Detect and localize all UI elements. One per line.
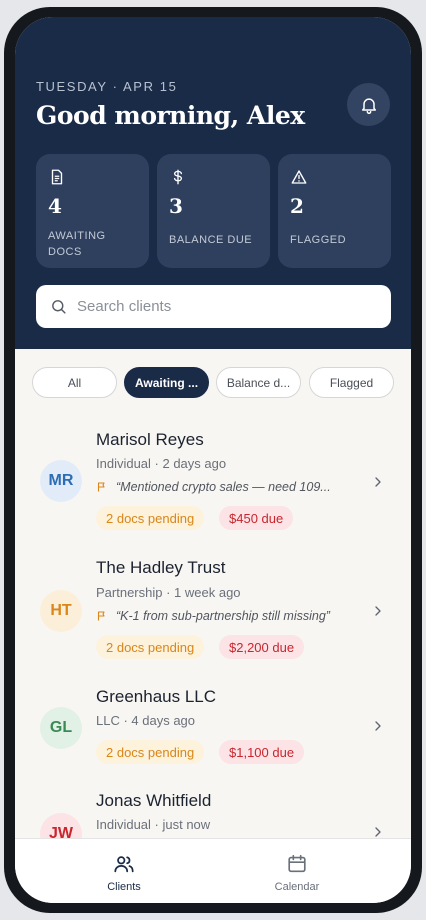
document-icon xyxy=(51,169,63,185)
search-input[interactable]: Search clients xyxy=(36,285,391,328)
calendar-icon xyxy=(288,854,306,873)
due-badge: $2,200 due xyxy=(219,635,305,659)
client-row[interactable]: JW Jonas Whitfield Individual · just now xyxy=(15,784,411,855)
filter-chip-balance[interactable]: Balance d... xyxy=(216,367,301,398)
stat-card-awaiting-docs[interactable]: 4 AWAITING DOCS xyxy=(36,154,149,268)
bottom-tab-bar: Clients Calendar xyxy=(15,838,411,903)
filter-chip-all[interactable]: All xyxy=(32,367,117,398)
stat-label: FLAGGED xyxy=(290,234,347,246)
client-meta: LLC · 4 days ago xyxy=(96,713,196,728)
client-row[interactable]: GL Greenhaus LLC LLC · 4 days ago 2 docs… xyxy=(15,679,411,779)
filter-chip-flagged[interactable]: Flagged xyxy=(309,367,394,398)
chevron-right-icon xyxy=(375,477,381,487)
stat-label: AWAITING xyxy=(48,230,106,242)
client-note-text: “K-1 from sub-partnership still missing” xyxy=(116,609,330,623)
flag-icon xyxy=(97,482,105,492)
warning-icon xyxy=(291,170,307,184)
date-label: TUESDAY · APR 15 xyxy=(36,79,178,94)
avatar: MR xyxy=(40,460,82,502)
tab-label: Calendar xyxy=(274,881,320,893)
greeting-title: Good morning, Alex xyxy=(36,101,305,130)
stat-card-balance-due[interactable]: 3 BALANCE DUE xyxy=(157,154,270,268)
client-note-text: “Mentioned crypto sales — need 109... xyxy=(116,480,331,494)
phone-frame: TUESDAY · APR 15 Good morning, Alex 4 AW… xyxy=(4,7,422,913)
client-row[interactable]: HT The Hadley Trust Partnership · 1 week… xyxy=(15,550,411,675)
app-screen: TUESDAY · APR 15 Good morning, Alex 4 AW… xyxy=(15,17,411,903)
stat-card-flagged[interactable]: 2 FLAGGED xyxy=(278,154,391,268)
flag-icon xyxy=(97,611,105,621)
client-name: The Hadley Trust xyxy=(96,558,226,577)
docs-badge: 2 docs pending xyxy=(96,740,205,764)
stat-value: 2 xyxy=(290,194,304,218)
client-meta: Individual · 2 days ago xyxy=(96,456,227,471)
users-icon xyxy=(114,856,134,873)
docs-badge: 2 docs pending xyxy=(96,635,205,659)
search-placeholder: Search clients xyxy=(77,298,172,315)
client-meta: Individual · just now xyxy=(96,817,211,832)
header-panel: TUESDAY · APR 15 Good morning, Alex 4 AW… xyxy=(15,17,411,349)
stat-value: 3 xyxy=(169,194,183,218)
due-badge: $1,100 due xyxy=(219,740,305,764)
avatar: GL xyxy=(40,707,82,749)
client-note: “Mentioned crypto sales — need 109... xyxy=(96,480,331,494)
notifications-button[interactable] xyxy=(347,83,390,126)
client-meta: Partnership · 1 week ago xyxy=(96,585,241,600)
stat-value: 4 xyxy=(48,194,62,218)
client-row[interactable]: MR Marisol Reyes Individual · 2 days ago… xyxy=(15,422,411,547)
bell-icon xyxy=(361,97,376,114)
tab-clients[interactable]: Clients xyxy=(84,853,164,893)
due-badge: $450 due xyxy=(219,506,294,530)
search-icon xyxy=(52,300,66,314)
stat-label: BALANCE DUE xyxy=(169,234,253,246)
stat-label-line2: DOCS xyxy=(48,246,82,258)
filter-chip-awaiting[interactable]: Awaiting ... xyxy=(124,367,209,398)
docs-badge: 2 docs pending xyxy=(96,506,205,530)
client-name: Greenhaus LLC xyxy=(96,687,217,706)
chevron-right-icon xyxy=(375,827,381,837)
client-note: “K-1 from sub-partnership still missing” xyxy=(96,609,330,623)
chevron-right-icon xyxy=(375,606,381,616)
tab-calendar[interactable]: Calendar xyxy=(257,853,337,893)
dollar-icon xyxy=(173,169,183,185)
avatar: HT xyxy=(40,590,82,632)
client-name: Jonas Whitfield xyxy=(96,791,212,810)
tab-label: Clients xyxy=(107,881,141,893)
client-name: Marisol Reyes xyxy=(96,430,204,449)
chevron-right-icon xyxy=(375,721,381,731)
